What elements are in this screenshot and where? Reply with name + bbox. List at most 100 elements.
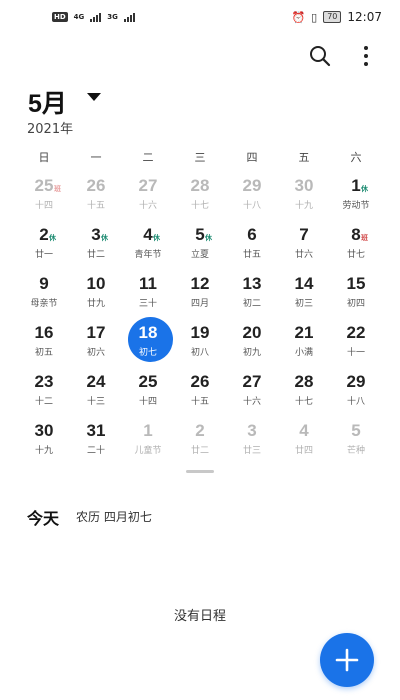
calendar-day[interactable]: 20 初九 bbox=[226, 317, 278, 366]
calendar-day[interactable]: 23 十二 bbox=[18, 366, 70, 415]
lunar-date: 十八 bbox=[242, 201, 261, 211]
calendar-day[interactable]: 9 母亲节 bbox=[18, 268, 70, 317]
lunar-date: 十一 bbox=[346, 348, 365, 358]
month-selector[interactable]: 5月 bbox=[28, 84, 67, 120]
calendar-day[interactable]: 30 十九 bbox=[18, 415, 70, 464]
calendar-day[interactable]: 25 班十四 bbox=[18, 170, 70, 219]
lunar-date: 四月 bbox=[190, 299, 209, 309]
status-left: HD 4G 3G bbox=[52, 12, 135, 22]
calendar-day[interactable]: 28 十七 bbox=[174, 170, 226, 219]
lunar-date: 廿三 bbox=[242, 446, 261, 456]
calendar-day[interactable]: 31 二十 bbox=[70, 415, 122, 464]
lunar-date: 立夏 bbox=[190, 250, 209, 260]
year-label: 2021年 bbox=[27, 122, 74, 137]
drag-handle[interactable] bbox=[186, 470, 214, 473]
holiday-badge: 休 bbox=[205, 234, 212, 242]
calendar-week-row: 23 十二 24 十三 25 十四 26 十五 27 十六 28 十七 29 十八 bbox=[18, 366, 382, 415]
calendar-day[interactable]: 1 休劳动节 bbox=[330, 170, 382, 219]
calendar-grid: 25 班十四 26 十五 27 十六 28 十七 29 十八 30 十九 1 休劳动节 2 休廿一 3 休廿二 4 休… bbox=[18, 170, 382, 464]
day-number: 18 bbox=[138, 323, 158, 342]
calendar-day[interactable]: 7 廿六 bbox=[278, 219, 330, 268]
day-number: 5 bbox=[195, 225, 205, 244]
calendar-day[interactable]: 2 休廿一 bbox=[18, 219, 70, 268]
weekday-label: 四 bbox=[246, 151, 258, 164]
hd-indicator: HD bbox=[52, 12, 68, 22]
calendar-day[interactable]: 12 四月 bbox=[174, 268, 226, 317]
day-number: 27 bbox=[242, 372, 262, 391]
lunar-date: 十八 bbox=[346, 397, 365, 407]
day-number: 3 bbox=[91, 225, 101, 244]
weekday-label: 一 bbox=[90, 151, 102, 164]
calendar-day[interactable]: 30 十九 bbox=[278, 170, 330, 219]
day-number: 21 bbox=[294, 323, 314, 342]
calendar-day[interactable]: 2 廿二 bbox=[174, 415, 226, 464]
calendar-day[interactable]: 11 三十 bbox=[122, 268, 174, 317]
add-event-button[interactable] bbox=[320, 633, 374, 687]
day-number: 13 bbox=[242, 274, 262, 293]
calendar-day[interactable]: 25 十四 bbox=[122, 366, 174, 415]
lunar-date: 十五 bbox=[86, 201, 105, 211]
lunar-date: 十二 bbox=[34, 397, 53, 407]
status-bar: HD 4G 3G ⏰ ▯ 70 12:07 bbox=[0, 0, 400, 38]
vibrate-icon: ▯ bbox=[311, 10, 318, 24]
holiday-badge: 休 bbox=[153, 234, 160, 242]
calendar-day[interactable]: 8 班廿七 bbox=[330, 219, 382, 268]
calendar-day[interactable]: 5 休立夏 bbox=[174, 219, 226, 268]
calendar-day[interactable]: 6 廿五 bbox=[226, 219, 278, 268]
more-vertical-icon[interactable] bbox=[356, 44, 376, 68]
lunar-date: 劳动节 bbox=[342, 201, 370, 211]
calendar-day[interactable]: 28 十七 bbox=[278, 366, 330, 415]
calendar-day[interactable]: 24 十三 bbox=[70, 366, 122, 415]
network-3g-label: 3G bbox=[107, 13, 118, 21]
calendar-day[interactable]: 21 小满 bbox=[278, 317, 330, 366]
calendar-day[interactable]: 27 十六 bbox=[122, 170, 174, 219]
calendar-day[interactable]: 14 初三 bbox=[278, 268, 330, 317]
lunar-date: 十六 bbox=[138, 201, 157, 211]
holiday-badge: 休 bbox=[101, 234, 108, 242]
calendar-day[interactable]: 13 初二 bbox=[226, 268, 278, 317]
day-number: 2 bbox=[39, 225, 49, 244]
calendar-day[interactable]: 4 休青年节 bbox=[122, 219, 174, 268]
day-number: 27 bbox=[138, 176, 158, 195]
day-number: 20 bbox=[242, 323, 262, 342]
weekday-label: 六 bbox=[350, 151, 362, 164]
day-number: 25 bbox=[34, 176, 54, 195]
calendar-week-row: 9 母亲节 10 廿九 11 三十 12 四月 13 初二 14 初三 15 初四 bbox=[18, 268, 382, 317]
calendar-week-row: 25 班十四 26 十五 27 十六 28 十七 29 十八 30 十九 1 休劳动节 bbox=[18, 170, 382, 219]
calendar-day[interactable]: 26 十五 bbox=[70, 170, 122, 219]
calendar-week-row: 30 十九 31 二十 1 儿童节 2 廿二 3 廿三 4 廿四 5 芒种 bbox=[18, 415, 382, 464]
weekday-label: 二 bbox=[142, 151, 154, 164]
lunar-date: 初八 bbox=[190, 348, 209, 358]
lunar-date: 廿二 bbox=[86, 250, 105, 260]
lunar-date: 十九 bbox=[34, 446, 53, 456]
day-number: 16 bbox=[34, 323, 54, 342]
day-number: 26 bbox=[190, 372, 210, 391]
calendar-day[interactable]: 17 初六 bbox=[70, 317, 122, 366]
calendar-day[interactable]: 15 初四 bbox=[330, 268, 382, 317]
calendar-day[interactable]: 4 廿四 bbox=[278, 415, 330, 464]
calendar-day[interactable]: 10 廿九 bbox=[70, 268, 122, 317]
calendar-day[interactable]: 27 十六 bbox=[226, 366, 278, 415]
lunar-date: 廿七 bbox=[346, 250, 365, 260]
calendar-day[interactable]: 3 廿三 bbox=[226, 415, 278, 464]
calendar-day[interactable]: 29 十八 bbox=[330, 366, 382, 415]
day-number: 1 bbox=[143, 421, 153, 440]
calendar-day[interactable]: 29 十八 bbox=[226, 170, 278, 219]
day-number: 2 bbox=[195, 421, 205, 440]
calendar-day[interactable]: 1 儿童节 bbox=[122, 415, 174, 464]
day-number: 30 bbox=[294, 176, 314, 195]
search-icon[interactable] bbox=[308, 44, 332, 68]
calendar-day[interactable]: 26 十五 bbox=[174, 366, 226, 415]
day-number: 30 bbox=[34, 421, 54, 440]
calendar-day[interactable]: 19 初八 bbox=[174, 317, 226, 366]
calendar-day[interactable]: 22 十一 bbox=[330, 317, 382, 366]
calendar-day-selected[interactable]: 18 初七 bbox=[122, 317, 174, 366]
day-number: 29 bbox=[346, 372, 366, 391]
day-number: 7 bbox=[299, 225, 309, 244]
day-number: 22 bbox=[346, 323, 366, 342]
caret-down-icon[interactable] bbox=[87, 93, 101, 101]
lunar-date: 青年节 bbox=[134, 250, 162, 260]
calendar-day[interactable]: 3 休廿二 bbox=[70, 219, 122, 268]
calendar-day[interactable]: 16 初五 bbox=[18, 317, 70, 366]
calendar-day[interactable]: 5 芒种 bbox=[330, 415, 382, 464]
